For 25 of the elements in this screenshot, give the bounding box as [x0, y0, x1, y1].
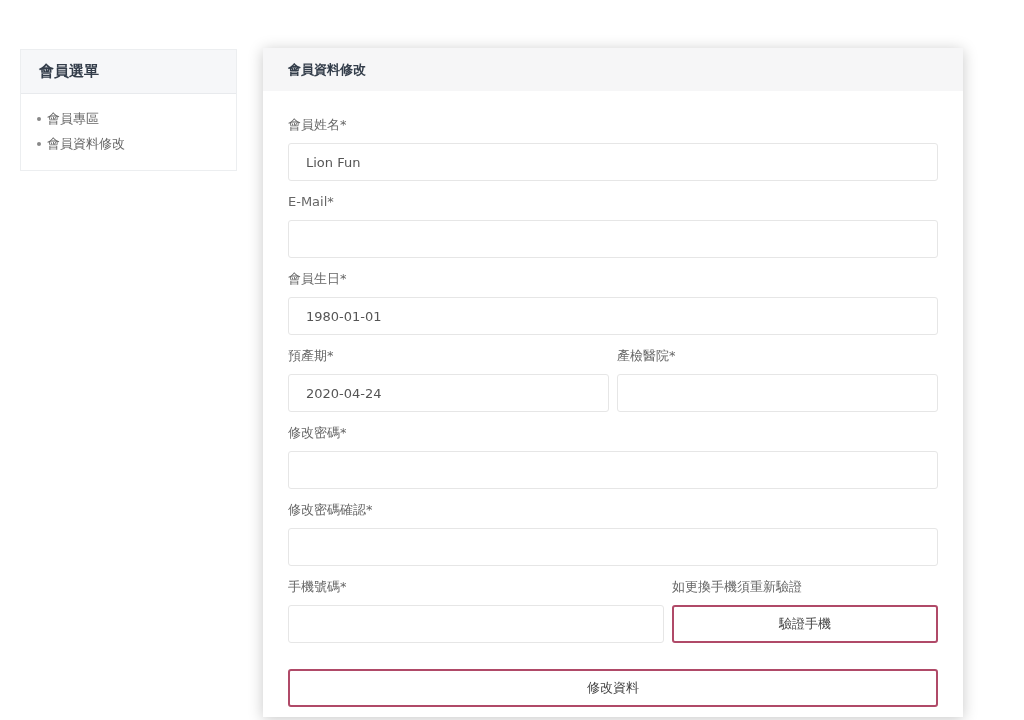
input-field[interactable]: 1980-01-01: [288, 297, 938, 335]
bullet-icon: [37, 116, 41, 121]
sidebar-title: 會員選單: [21, 50, 236, 94]
field-label: 產檢醫院*: [617, 347, 677, 365]
input-field[interactable]: [288, 605, 664, 643]
input-field[interactable]: [288, 528, 938, 566]
input-field[interactable]: 2020-04-24: [288, 374, 609, 412]
form-title: 會員資料修改: [263, 48, 963, 91]
field-label: 預產期*: [288, 347, 335, 365]
field-label: 修改密碼確認*: [288, 501, 374, 519]
field-label: 會員姓名*: [288, 116, 348, 134]
bullet-icon: [37, 141, 41, 146]
input-field[interactable]: [288, 220, 938, 258]
field-label: 如更換手機須重新驗證: [672, 578, 803, 596]
field-label: 會員生日*: [288, 270, 348, 288]
verify-phone-button[interactable]: 驗證手機: [672, 605, 938, 643]
sidebar-link[interactable]: 會員資料修改: [47, 131, 125, 156]
field-label: 手機號碼*: [288, 578, 348, 596]
field-label: E-Mail*: [288, 193, 335, 211]
input-field[interactable]: [288, 451, 938, 489]
submit-button[interactable]: 修改資料: [288, 669, 938, 707]
input-field[interactable]: [617, 374, 938, 412]
sidebar-link[interactable]: 會員專區: [47, 106, 99, 131]
input-field[interactable]: Lion Fun: [288, 143, 938, 181]
field-label: 修改密碼*: [288, 424, 348, 442]
